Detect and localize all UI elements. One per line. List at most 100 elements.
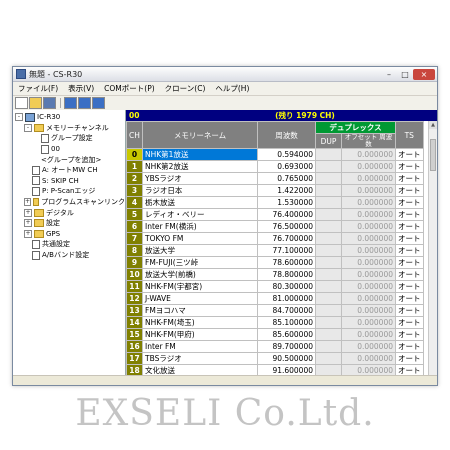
table-row[interactable]: 16 Inter FM 89.700000 0.000000 オート [126,340,424,353]
new-file-icon[interactable] [15,97,28,109]
help-icon[interactable] [92,97,105,109]
offset-cell[interactable]: 0.000000 [341,256,396,269]
minimize-icon[interactable]: – [381,69,397,80]
tree-node[interactable]: P: P-Scanエッジ [13,186,125,197]
table-row[interactable]: 4 栃木放送 1.530000 0.000000 オート [126,196,424,209]
expand-toggle-icon[interactable]: - [15,113,23,122]
expand-toggle-icon[interactable]: - [24,123,32,132]
tree-node[interactable]: + GPS [13,229,125,240]
channel-tree[interactable]: - IC-R30- メモリーチャンネル グループ設定 00 <グループを追加> A: オート… [13,110,126,376]
ch-cell[interactable]: 9 [126,256,143,269]
ts-cell[interactable]: オート [395,280,424,293]
dup-cell[interactable] [315,184,342,197]
name-cell[interactable]: FMヨコハマ [142,304,258,317]
dup-cell[interactable] [315,220,342,233]
freq-cell[interactable]: 1.530000 [257,196,316,209]
ch-cell[interactable]: 11 [126,280,143,293]
name-cell[interactable]: 栃木放送 [142,196,258,209]
tree-node[interactable]: + プログラムスキャンリンク [13,197,125,208]
ch-cell[interactable]: 8 [126,244,143,257]
name-cell[interactable]: ラジオ日本 [142,184,258,197]
offset-cell[interactable]: 0.000000 [341,172,396,185]
freq-cell[interactable]: 84.700000 [257,304,316,317]
ch-cell[interactable]: 12 [126,292,143,305]
menu-view[interactable]: 表示(V) [63,83,99,94]
offset-cell[interactable]: 0.000000 [341,208,396,221]
ts-cell[interactable]: オート [395,208,424,221]
table-row[interactable]: 15 NHK-FM(甲府) 85.600000 0.000000 オート [126,328,424,341]
name-cell[interactable]: NHK第1放送 [142,148,258,161]
tree-node[interactable]: A: オートMW CH [13,165,125,176]
freq-cell[interactable]: 90.500000 [257,352,316,365]
ts-cell[interactable]: オート [395,256,424,269]
dup-cell[interactable] [315,244,342,257]
menu-help[interactable]: ヘルプ(H) [210,83,254,94]
tree-node[interactable]: - IC-R30 [13,112,125,123]
tree-node[interactable]: A/Bバンド設定 [13,250,125,261]
dup-cell[interactable] [315,280,342,293]
name-cell[interactable]: J-WAVE [142,292,258,305]
ts-cell[interactable]: オート [395,244,424,257]
menu-file[interactable]: ファイル(F) [13,83,63,94]
write-to-radio-icon[interactable] [78,97,91,109]
ts-cell[interactable]: オート [395,184,424,197]
dup-cell[interactable] [315,352,342,365]
ch-cell[interactable]: 2 [126,172,143,185]
ts-cell[interactable]: オート [395,220,424,233]
ch-cell[interactable]: 3 [126,184,143,197]
offset-cell[interactable]: 0.000000 [341,304,396,317]
expand-toggle-icon[interactable]: + [24,229,32,238]
table-row[interactable]: 8 放送大学 77.100000 0.000000 オート [126,244,424,257]
ch-cell[interactable]: 6 [126,220,143,233]
freq-cell[interactable]: 0.693000 [257,160,316,173]
ts-cell[interactable]: オート [395,148,424,161]
dup-cell[interactable] [315,160,342,173]
dup-cell[interactable] [315,196,342,209]
offset-cell[interactable]: 0.000000 [341,268,396,281]
menu-clone[interactable]: クローン(C) [160,83,211,94]
tree-node[interactable]: - メモリーチャンネル [13,123,125,134]
title-bar[interactable]: 無題 - CS-R30 – □ × [13,67,437,82]
ch-cell[interactable]: 4 [126,196,143,209]
col-dup-header[interactable]: DUP [315,133,342,149]
ch-cell[interactable]: 7 [126,232,143,245]
tree-node[interactable]: 00 [13,144,125,155]
save-icon[interactable] [43,97,56,109]
offset-cell[interactable]: 0.000000 [341,280,396,293]
ch-cell[interactable]: 17 [126,352,143,365]
freq-cell[interactable]: 76.500000 [257,220,316,233]
offset-cell[interactable]: 0.000000 [341,316,396,329]
name-cell[interactable]: レディオ・ベリー [142,208,258,221]
dup-cell[interactable] [315,148,342,161]
offset-cell[interactable]: 0.000000 [341,244,396,257]
name-cell[interactable]: 放送大学(前橋) [142,268,258,281]
table-row[interactable]: 7 TOKYO FM 76.700000 0.000000 オート [126,232,424,245]
name-cell[interactable]: FM-FUJI(三ツ峠 [142,256,258,269]
table-row[interactable]: 3 ラジオ日本 1.422000 0.000000 オート [126,184,424,197]
offset-cell[interactable]: 0.000000 [341,196,396,209]
scroll-thumb[interactable] [430,139,436,171]
table-row[interactable]: 0 NHK第1放送 0.594000 0.000000 オート [126,148,424,161]
ts-cell[interactable]: オート [395,340,424,353]
expand-toggle-icon[interactable]: + [24,219,32,228]
tree-node[interactable]: 共通設定 [13,239,125,250]
freq-cell[interactable]: 81.000000 [257,292,316,305]
expand-toggle-icon[interactable]: + [24,208,32,217]
ch-cell[interactable]: 10 [126,268,143,281]
ts-cell[interactable]: オート [395,352,424,365]
dup-cell[interactable] [315,172,342,185]
freq-cell[interactable]: 78.800000 [257,268,316,281]
tree-node[interactable]: S: SKIP CH [13,176,125,187]
offset-cell[interactable]: 0.000000 [341,340,396,353]
name-cell[interactable]: NHK第2放送 [142,160,258,173]
table-row[interactable]: 10 放送大学(前橋) 78.800000 0.000000 オート [126,268,424,281]
ch-cell[interactable]: 14 [126,316,143,329]
freq-cell[interactable]: 1.422000 [257,184,316,197]
table-row[interactable]: 12 J-WAVE 81.000000 0.000000 オート [126,292,424,305]
ts-cell[interactable]: オート [395,196,424,209]
tree-node[interactable]: <グループを追加> [13,154,125,165]
table-row[interactable]: 9 FM-FUJI(三ツ峠 78.600000 0.000000 オート [126,256,424,269]
ch-cell[interactable]: 1 [126,160,143,173]
name-cell[interactable]: Inter FM [142,340,258,353]
ts-cell[interactable]: オート [395,172,424,185]
